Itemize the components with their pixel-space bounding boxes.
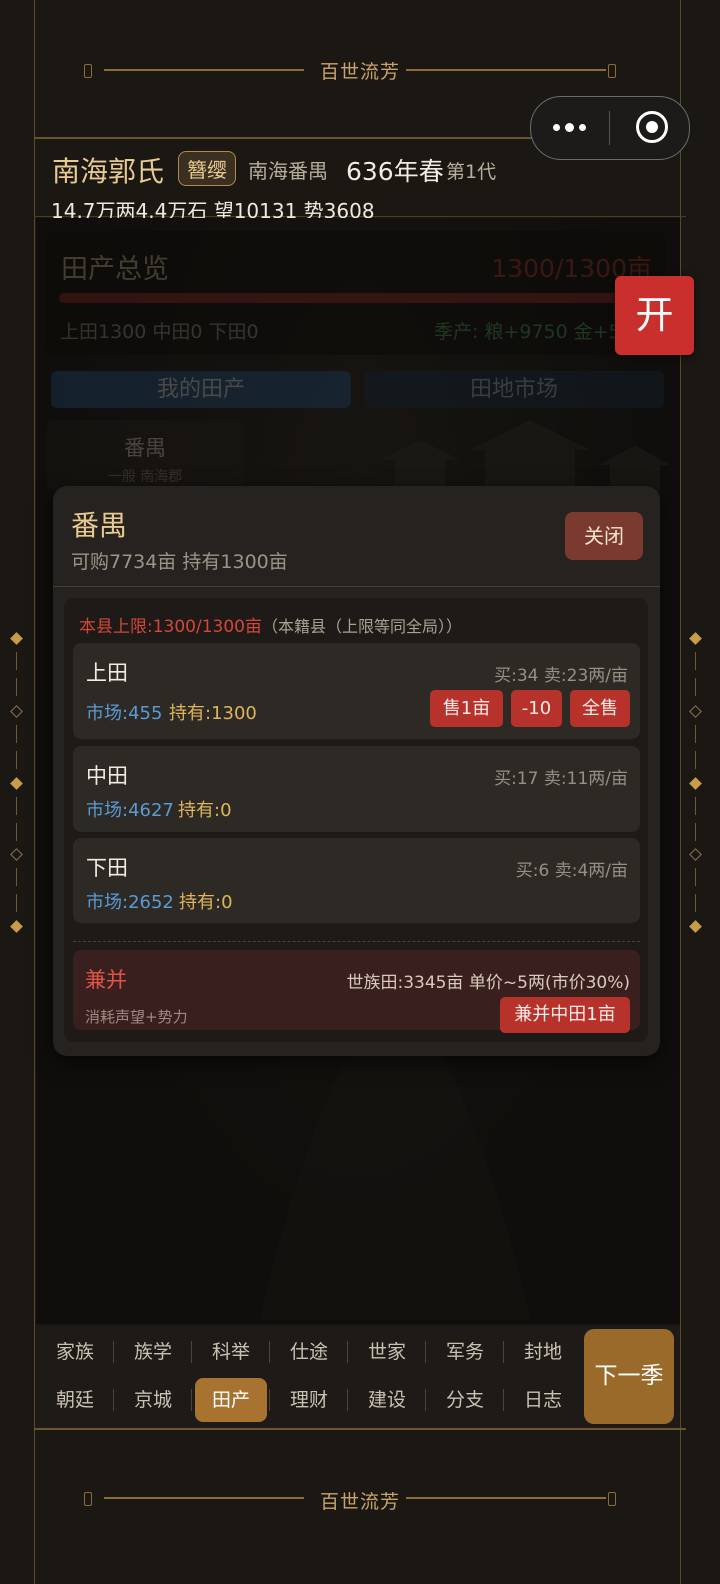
nav-item-branch[interactable]: 分支 <box>429 1378 501 1422</box>
year-label: 636年春 <box>346 157 444 186</box>
nav-item-finance[interactable]: 理财 <box>273 1378 345 1422</box>
limit-text: 本县上限:1300/1300亩 <box>79 617 262 637</box>
merge-button[interactable]: 兼并中田1亩 <box>500 997 630 1033</box>
nav-item-career[interactable]: 仕途 <box>273 1330 345 1374</box>
land-market: 市场:2652 <box>86 892 174 913</box>
rank-badge: 簪缨 <box>178 151 236 186</box>
land-row-middle: 中田 买:17 卖:11两/亩 市场:4627 持有:0 <box>73 746 640 832</box>
land-market: 市场:4627 <box>86 800 174 821</box>
sell-1-button[interactable]: 售1亩 <box>430 690 503 727</box>
land-name: 下田 <box>86 856 128 880</box>
nav-item-land[interactable]: 田产 <box>195 1378 267 1422</box>
location-label: 南海番禺 <box>248 159 328 183</box>
modal-title: 番禺 <box>71 509 128 542</box>
nav-item-fief[interactable]: 封地 <box>507 1330 579 1374</box>
bottom-banner: 百世流芳 <box>34 1430 686 1570</box>
land-held: 持有:0 <box>178 800 232 821</box>
land-price: 买:34 卖:23两/亩 <box>494 666 628 686</box>
nav-item-log[interactable]: 日志 <box>507 1378 579 1422</box>
land-price: 买:17 卖:11两/亩 <box>494 769 628 789</box>
banner-title-bottom: 百世流芳 <box>319 1490 400 1513</box>
nav-item-school[interactable]: 族学 <box>117 1330 189 1374</box>
land-market: 市场:455 <box>86 703 163 724</box>
family-name: 南海郭氏 <box>52 155 165 188</box>
county-land-modal: 番禺 可购7734亩 持有1300亩 关闭 本县上限:1300/1300亩（本籍… <box>53 486 660 1056</box>
sell-all-button[interactable]: 全售 <box>570 690 630 727</box>
land-name: 上田 <box>86 661 128 685</box>
nav-item-military[interactable]: 军务 <box>429 1330 501 1374</box>
land-name: 中田 <box>86 764 128 788</box>
limit-note: （本籍县（上限等同全局）） <box>261 617 462 636</box>
nav-item-clans[interactable]: 世家 <box>351 1330 423 1374</box>
nav-item-family[interactable]: 家族 <box>39 1330 111 1374</box>
banner-title: 百世流芳 <box>319 60 400 83</box>
sell-10-button[interactable]: -10 <box>511 690 562 727</box>
modal-subtitle: 可购7734亩 持有1300亩 <box>71 551 288 573</box>
left-side-ornament <box>10 630 25 933</box>
nav-item-capital[interactable]: 京城 <box>117 1378 189 1422</box>
county-limit: 本县上限:1300/1300亩（本籍县（上限等同全局）） <box>79 612 462 637</box>
merge-title: 兼并 <box>85 968 127 992</box>
merge-info: 世族田:3345亩 单价~5两(市价30%) <box>346 973 630 993</box>
nav-item-build[interactable]: 建设 <box>351 1378 423 1422</box>
next-season-button[interactable]: 下一季 <box>584 1329 674 1424</box>
merge-section: 兼并 世族田:3345亩 单价~5两(市价30%) 消耗声望+势力 兼并中田1亩 <box>73 950 640 1033</box>
close-miniprogram-icon[interactable] <box>636 111 668 143</box>
open-button[interactable]: 开 <box>615 276 694 355</box>
land-row-upper: 上田 买:34 卖:23两/亩 市场:455 持有:1300 售1亩 -10 全… <box>73 643 640 739</box>
land-panel: 本县上限:1300/1300亩（本籍县（上限等同全局）） 上田 买:34 卖:2… <box>64 598 648 1042</box>
close-button[interactable]: 关闭 <box>565 512 643 560</box>
nav-item-court[interactable]: 朝廷 <box>39 1378 111 1422</box>
land-held: 持有:1300 <box>169 703 257 724</box>
merge-cost: 消耗声望+势力 <box>85 1008 188 1026</box>
land-held: 持有:0 <box>179 892 233 913</box>
miniprogram-capsule <box>530 96 690 160</box>
more-icon[interactable] <box>551 113 591 141</box>
generation-label: 第1代 <box>446 161 497 183</box>
land-price: 买:6 卖:4两/亩 <box>515 861 628 881</box>
land-row-lower: 下田 买:6 卖:4两/亩 市场:2652 持有:0 <box>73 838 640 923</box>
right-side-ornament <box>689 630 704 933</box>
nav-item-exam[interactable]: 科举 <box>195 1330 267 1374</box>
